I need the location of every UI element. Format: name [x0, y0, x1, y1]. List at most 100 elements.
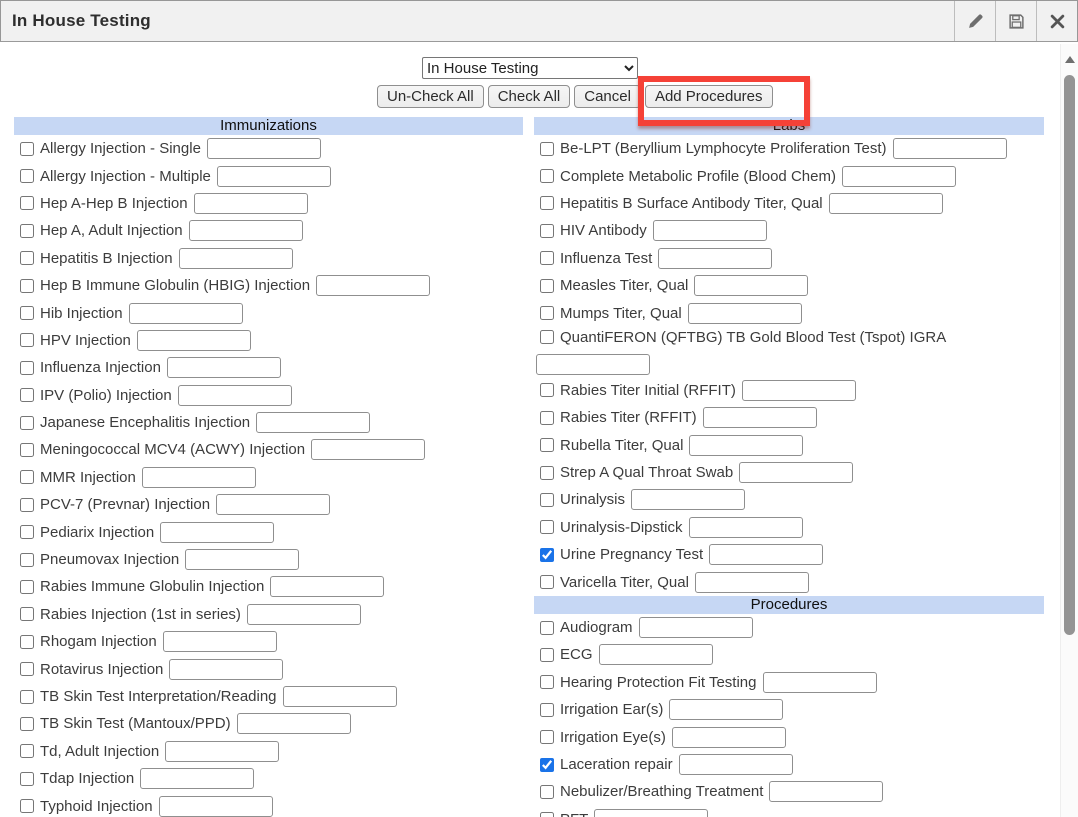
item-checkbox[interactable] — [20, 744, 34, 758]
item-checkbox[interactable] — [20, 169, 34, 183]
item-checkbox[interactable] — [540, 196, 554, 210]
item-checkbox[interactable] — [540, 730, 554, 744]
item-value-input[interactable] — [256, 412, 370, 433]
item-checkbox[interactable] — [540, 306, 554, 320]
item-value-input[interactable] — [165, 741, 279, 762]
check-all-button[interactable]: Check All — [488, 85, 571, 108]
item-value-input[interactable] — [169, 659, 283, 680]
item-value-input[interactable] — [247, 604, 361, 625]
item-value-input[interactable] — [893, 138, 1007, 159]
item-checkbox[interactable] — [540, 648, 554, 662]
item-value-input[interactable] — [769, 781, 883, 802]
item-checkbox[interactable] — [540, 279, 554, 293]
item-value-input[interactable] — [160, 522, 274, 543]
scrollbar-thumb[interactable] — [1064, 75, 1075, 635]
item-value-input[interactable] — [763, 672, 877, 693]
item-value-input[interactable] — [207, 138, 321, 159]
category-dropdown[interactable]: In House Testing — [422, 57, 638, 79]
item-checkbox[interactable] — [540, 548, 554, 562]
item-checkbox[interactable] — [20, 662, 34, 676]
item-checkbox[interactable] — [20, 142, 34, 156]
item-value-input[interactable] — [842, 166, 956, 187]
item-value-input[interactable] — [163, 631, 277, 652]
item-value-input[interactable] — [316, 275, 430, 296]
item-checkbox[interactable] — [540, 438, 554, 452]
item-value-input[interactable] — [137, 330, 251, 351]
item-value-input[interactable] — [742, 380, 856, 401]
item-value-input[interactable] — [631, 489, 745, 510]
item-value-input[interactable] — [679, 754, 793, 775]
item-checkbox[interactable] — [540, 466, 554, 480]
item-value-input[interactable] — [129, 303, 243, 324]
item-checkbox[interactable] — [540, 251, 554, 265]
item-value-input[interactable] — [739, 462, 853, 483]
item-value-input[interactable] — [140, 768, 254, 789]
save-button[interactable] — [995, 1, 1036, 41]
item-value-input[interactable] — [599, 644, 713, 665]
item-checkbox[interactable] — [540, 812, 554, 817]
item-value-input[interactable] — [709, 544, 823, 565]
item-checkbox[interactable] — [20, 251, 34, 265]
item-checkbox[interactable] — [20, 799, 34, 813]
item-value-input[interactable] — [178, 385, 292, 406]
item-value-input[interactable] — [189, 220, 303, 241]
item-value-input[interactable] — [594, 809, 708, 817]
edit-button[interactable] — [954, 1, 995, 41]
item-checkbox[interactable] — [20, 279, 34, 293]
item-checkbox[interactable] — [20, 607, 34, 621]
item-value-input[interactable] — [658, 248, 772, 269]
item-value-input[interactable] — [689, 435, 803, 456]
item-checkbox[interactable] — [540, 621, 554, 635]
item-checkbox[interactable] — [20, 470, 34, 484]
item-value-input[interactable] — [669, 699, 783, 720]
item-checkbox[interactable] — [20, 772, 34, 786]
item-value-input[interactable] — [283, 686, 397, 707]
item-value-input[interactable] — [194, 193, 308, 214]
item-checkbox[interactable] — [20, 333, 34, 347]
item-checkbox[interactable] — [20, 361, 34, 375]
item-value-input[interactable] — [695, 572, 809, 593]
item-value-input[interactable] — [829, 193, 943, 214]
scroll-up-arrow-icon[interactable] — [1065, 56, 1075, 63]
item-checkbox[interactable] — [540, 493, 554, 507]
item-checkbox[interactable] — [540, 383, 554, 397]
item-value-input[interactable] — [311, 439, 425, 460]
item-checkbox[interactable] — [20, 690, 34, 704]
item-checkbox[interactable] — [20, 443, 34, 457]
item-checkbox[interactable] — [20, 498, 34, 512]
close-button[interactable] — [1036, 1, 1077, 41]
item-value-input[interactable] — [159, 796, 273, 817]
add-procedures-button[interactable]: Add Procedures — [645, 85, 773, 108]
item-value-input[interactable] — [216, 494, 330, 515]
item-value-input[interactable] — [179, 248, 293, 269]
item-value-input[interactable] — [270, 576, 384, 597]
item-checkbox[interactable] — [540, 703, 554, 717]
item-value-input[interactable] — [536, 354, 650, 375]
item-value-input[interactable] — [639, 617, 753, 638]
vertical-scrollbar[interactable] — [1060, 44, 1078, 817]
item-checkbox[interactable] — [540, 411, 554, 425]
item-checkbox[interactable] — [20, 416, 34, 430]
item-checkbox[interactable] — [20, 224, 34, 238]
cancel-button[interactable]: Cancel — [574, 85, 641, 108]
item-checkbox[interactable] — [540, 169, 554, 183]
item-checkbox[interactable] — [540, 224, 554, 238]
item-value-input[interactable] — [689, 517, 803, 538]
item-checkbox[interactable] — [540, 330, 554, 344]
item-value-input[interactable] — [653, 220, 767, 241]
item-value-input[interactable] — [694, 275, 808, 296]
item-checkbox[interactable] — [540, 520, 554, 534]
item-value-input[interactable] — [237, 713, 351, 734]
item-checkbox[interactable] — [20, 388, 34, 402]
item-checkbox[interactable] — [20, 525, 34, 539]
item-checkbox[interactable] — [20, 717, 34, 731]
item-checkbox[interactable] — [540, 575, 554, 589]
item-checkbox[interactable] — [20, 580, 34, 594]
item-value-input[interactable] — [217, 166, 331, 187]
item-value-input[interactable] — [672, 727, 786, 748]
item-checkbox[interactable] — [540, 142, 554, 156]
item-checkbox[interactable] — [540, 675, 554, 689]
uncheck-all-button[interactable]: Un-Check All — [377, 85, 484, 108]
item-value-input[interactable] — [167, 357, 281, 378]
item-value-input[interactable] — [185, 549, 299, 570]
